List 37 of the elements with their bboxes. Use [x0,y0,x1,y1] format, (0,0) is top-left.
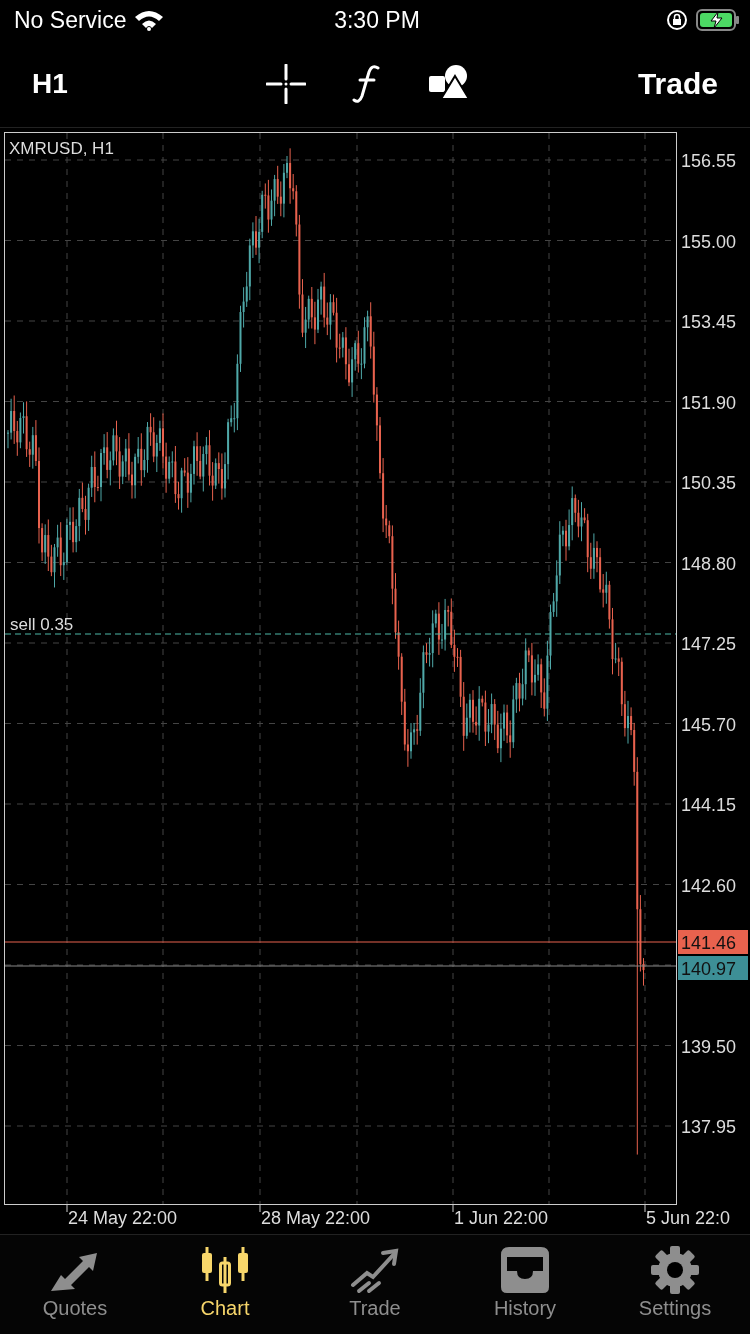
wifi-icon [134,9,165,31]
price-tick: 151.90 [681,392,737,413]
price-tick: 150.35 [681,473,737,493]
shapes-icon [427,63,470,100]
tab-item[interactable]: History [450,1235,600,1334]
indicators-button[interactable] [351,63,382,104]
price-tick: 139.50 [681,1036,737,1057]
tab-item[interactable]: Trade [300,1235,450,1334]
price-tick: 153.45 [681,312,737,332]
function-icon [351,63,382,104]
tab-item[interactable]: Quotes [0,1235,150,1334]
carrier-text: No Service [14,6,127,34]
tab-item[interactable]: Chart [150,1235,300,1334]
symbol-label: XMRUSD, H1 [9,139,114,158]
price-tick: 156.55 [681,151,737,171]
orientation-lock-icon [666,9,688,31]
tab-item[interactable]: Settings [600,1235,750,1334]
date-tick: 5 Jun 22:0 [646,1208,731,1228]
price-tick: 144.15 [681,795,737,815]
battery-icon [696,8,740,32]
price-tick: 147.25 [681,634,737,654]
price-tick: 145.70 [681,714,737,735]
price-tick: 148.80 [681,553,737,574]
price-tick: 142.60 [681,875,737,896]
price-tick: 155.00 [681,231,737,252]
price-tick: 137.95 [681,1117,737,1137]
ask-price-tag: 140.97 [678,956,748,980]
timeframe-button[interactable]: H1 [32,67,68,100]
date-tick: 24 May 22:00 [68,1208,178,1228]
crosshair-button[interactable] [265,63,306,104]
crosshair-icon [265,63,306,104]
order-label: sell 0.35 [10,615,74,634]
date-tick: 1 Jun 22:00 [454,1208,549,1228]
date-tick: 28 May 22:00 [261,1208,371,1228]
clock-text: 3:30 PM [334,6,420,34]
bid-price-tag: 141.46 [678,930,748,954]
trade-button[interactable]: Trade [637,66,718,101]
